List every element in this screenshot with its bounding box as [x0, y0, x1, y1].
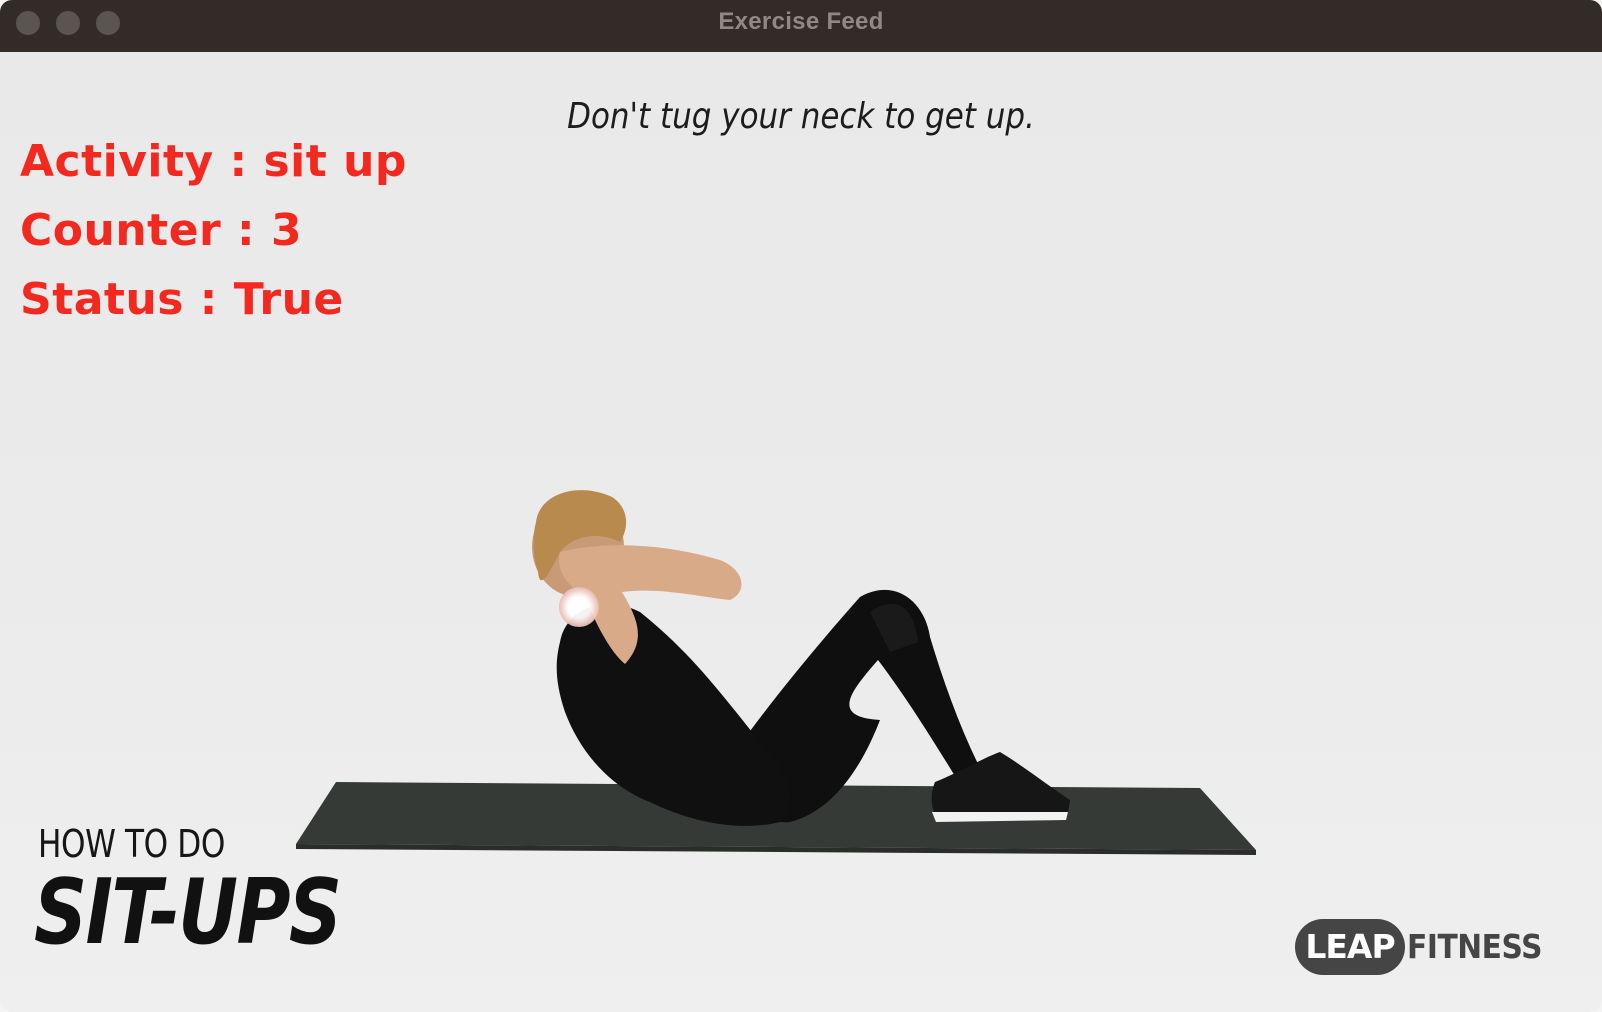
window-title: Exercise Feed [718, 8, 884, 35]
counter-readout: Counter : 3 [20, 205, 303, 256]
title-bar[interactable]: Exercise Feed [0, 0, 1602, 52]
app-window: Exercise Feed Don't tug your neck to get… [0, 0, 1602, 1012]
logo-text: FITNESS [1407, 927, 1543, 966]
leap-fitness-logo: LEAP FITNESS [1295, 919, 1555, 975]
video-title: SIT-UPS [34, 860, 342, 965]
logo-badge-text: LEAP [1305, 927, 1395, 966]
pose-joint-marker [559, 587, 599, 627]
video-feed: Don't tug your neck to get up. Activity … [0, 52, 1602, 1012]
activity-readout: Activity : sit up [20, 136, 407, 187]
coaching-caption: Don't tug your neck to get up. [567, 96, 1035, 137]
status-readout: Status : True [20, 274, 344, 325]
